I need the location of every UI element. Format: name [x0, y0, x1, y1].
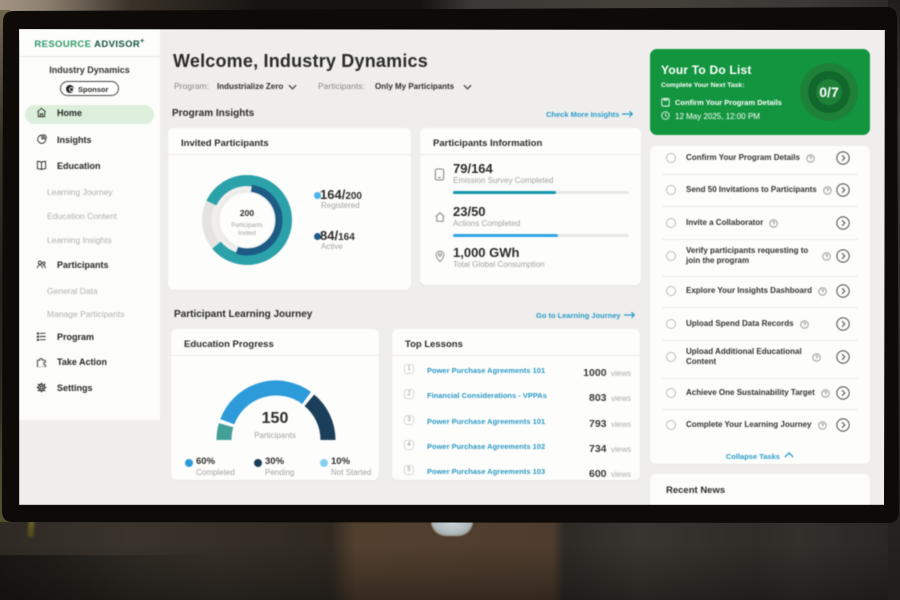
- svg-text:Participants: Participants: [231, 223, 262, 229]
- svg-text:Invited: Invited: [238, 231, 256, 237]
- svg-text:200: 200: [240, 208, 254, 218]
- svg-text:0/7: 0/7: [819, 84, 839, 100]
